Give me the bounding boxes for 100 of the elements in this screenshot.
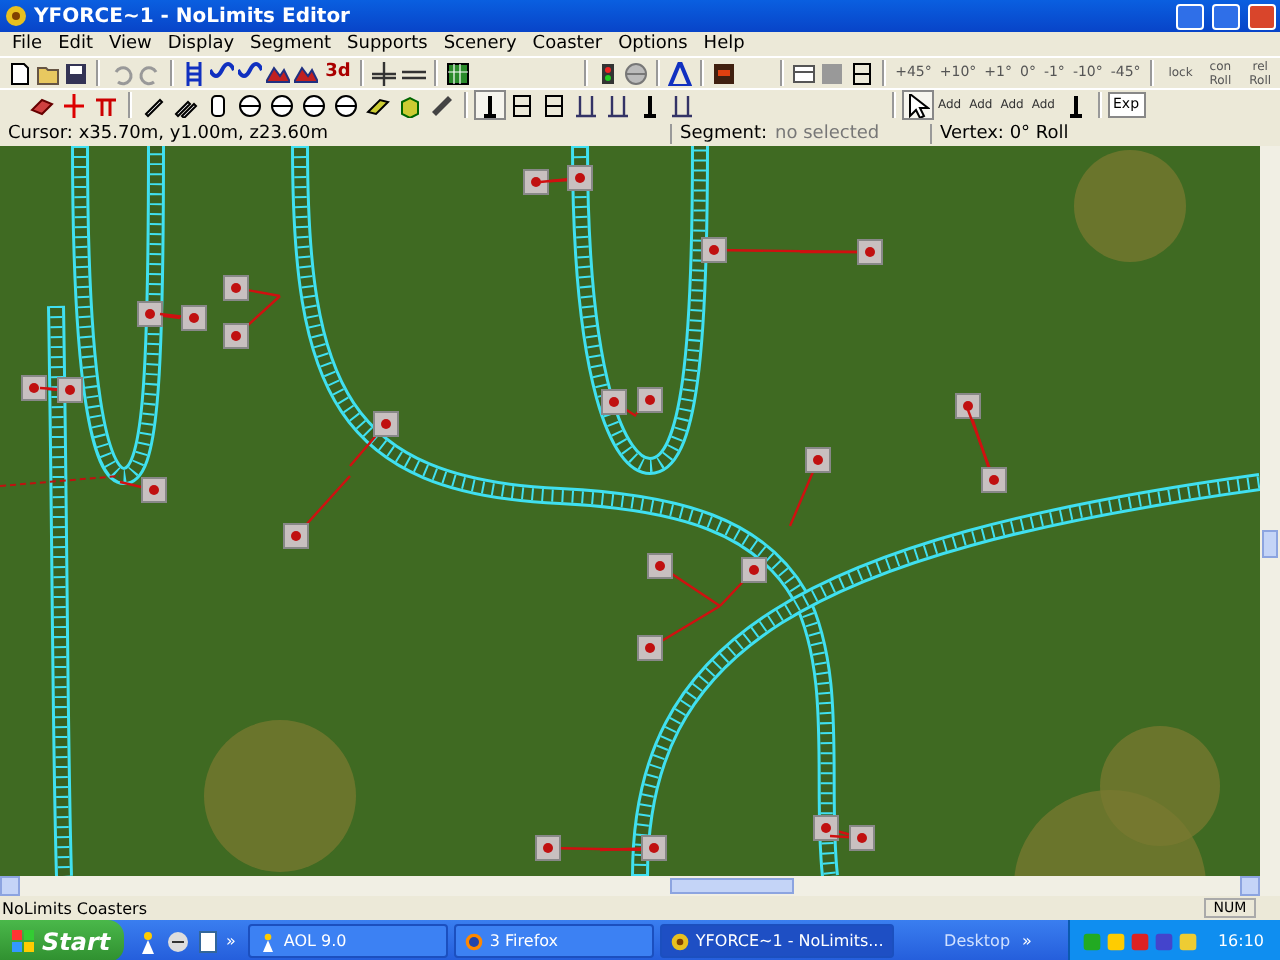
support-icon [478, 93, 502, 117]
menu-item[interactable]: Edit [50, 34, 101, 54]
cross-button[interactable] [58, 90, 90, 120]
support-marker[interactable] [800, 239, 883, 265]
menu-item[interactable]: Help [695, 34, 753, 54]
tray-icon [1105, 931, 1126, 951]
cylinder-icon [334, 93, 358, 117]
support-marker[interactable] [599, 835, 667, 861]
disc-icon [624, 61, 649, 85]
menu-item[interactable]: View [101, 34, 160, 54]
beam-icon [94, 93, 118, 117]
station-button[interactable] [710, 58, 739, 88]
windows-flag-icon [12, 929, 36, 953]
app-icon [669, 931, 690, 951]
scroll-thumb[interactable] [670, 878, 794, 894]
restore-button[interactable] [1212, 3, 1240, 29]
support-marker[interactable] [223, 295, 281, 349]
arrow-cursor-icon [906, 93, 930, 117]
footer-icon [670, 93, 694, 117]
support-marker[interactable] [637, 604, 721, 661]
cylinder-button[interactable] [234, 90, 266, 120]
support-marker[interactable] [119, 477, 167, 503]
plus-button[interactable] [370, 58, 399, 88]
new-file-button[interactable] [6, 58, 35, 88]
menu-item[interactable]: Options [610, 34, 696, 54]
minimize-button[interactable] [1176, 3, 1204, 29]
tray-icon [1081, 931, 1102, 951]
grid-button[interactable] [443, 58, 472, 88]
support-marker[interactable] [159, 305, 207, 331]
frame-icon [510, 93, 534, 117]
mountain-icon [294, 61, 319, 85]
support-marker[interactable] [719, 557, 767, 607]
footer-button[interactable] [602, 90, 634, 120]
scroll-thumb[interactable] [1262, 530, 1278, 558]
menu-item[interactable]: Coaster [524, 34, 611, 54]
frame-icon [849, 61, 874, 85]
cube-icon [398, 93, 422, 117]
undo-icon [109, 61, 134, 85]
more-button[interactable]: » [1022, 932, 1032, 950]
menu-item[interactable]: Supports [339, 34, 436, 54]
tray-icon [1153, 931, 1174, 951]
cylinder-icon [270, 93, 294, 117]
cylinder-button[interactable] [330, 90, 362, 120]
ruler-icon [430, 93, 454, 117]
menu-item[interactable]: File [4, 34, 51, 54]
footer-button[interactable] [666, 90, 698, 120]
support-marker[interactable] [829, 825, 875, 851]
more-button[interactable]: » [226, 932, 236, 950]
disc-button[interactable] [621, 58, 651, 88]
desktop-toolbar-label: Desktop [944, 932, 1011, 950]
support-marker[interactable] [635, 387, 663, 415]
segment-label: Segment: [680, 123, 768, 143]
support-button[interactable] [474, 90, 506, 120]
cross-icon [62, 93, 86, 117]
support-marker[interactable] [349, 411, 399, 467]
menu-item[interactable]: Scenery [435, 34, 525, 54]
tube-icon [206, 93, 230, 117]
save-icon [64, 61, 89, 85]
taskbar-button[interactable]: AOL 9.0 [247, 924, 448, 958]
fox-globe-icon [463, 931, 484, 951]
cylinder-button[interactable] [266, 90, 298, 120]
view-3d-button[interactable]: 3d [321, 58, 355, 88]
vertical-scrollbar[interactable] [1260, 146, 1280, 876]
cylinder-icon [238, 93, 262, 117]
station-icon [712, 61, 737, 85]
support-marker[interactable] [539, 165, 593, 191]
bush-drawing [1074, 150, 1186, 262]
window-title: YFORCE~1 - NoLimits Editor [34, 5, 352, 27]
taskbar-button[interactable]: YFORCE~1 - NoLimits... [659, 924, 894, 958]
save-button[interactable] [62, 58, 91, 88]
redo-icon [137, 61, 162, 85]
cursor-readout: Cursor: x35.70m, y1.00m, z23.60m [6, 123, 331, 143]
cylinder-button[interactable] [298, 90, 330, 120]
person-icon [136, 929, 160, 953]
clock: 16:10 [1217, 932, 1264, 950]
arrow-cursor-button[interactable] [902, 90, 934, 120]
vertex-readout: Vertex: 0° Roll [930, 123, 1069, 143]
mountain-icon [266, 61, 291, 85]
support-marker[interactable] [966, 409, 1007, 493]
slab-icon [366, 93, 390, 117]
footer-button[interactable] [570, 90, 602, 120]
support-marker[interactable] [647, 553, 721, 607]
support-marker[interactable] [283, 475, 351, 549]
pencil-icon [142, 93, 166, 117]
plus-icon [372, 61, 397, 85]
tray-icon [1177, 931, 1198, 951]
menu-item[interactable]: Display [159, 34, 243, 54]
support-marker[interactable] [601, 389, 637, 417]
eraser-icon [30, 93, 54, 117]
taskbar-button[interactable]: 3 Firefox [453, 924, 654, 958]
support-marker[interactable] [223, 275, 281, 301]
panel-icon [792, 61, 817, 85]
support-marker[interactable] [137, 301, 181, 327]
support-marker[interactable] [788, 447, 831, 527]
menu-item[interactable]: Segment [242, 34, 340, 54]
support-icon [638, 93, 662, 117]
support-marker[interactable] [39, 377, 83, 403]
cylinder-icon [302, 93, 326, 117]
close-button[interactable] [1248, 3, 1276, 29]
segment-value: no selected [775, 123, 880, 143]
